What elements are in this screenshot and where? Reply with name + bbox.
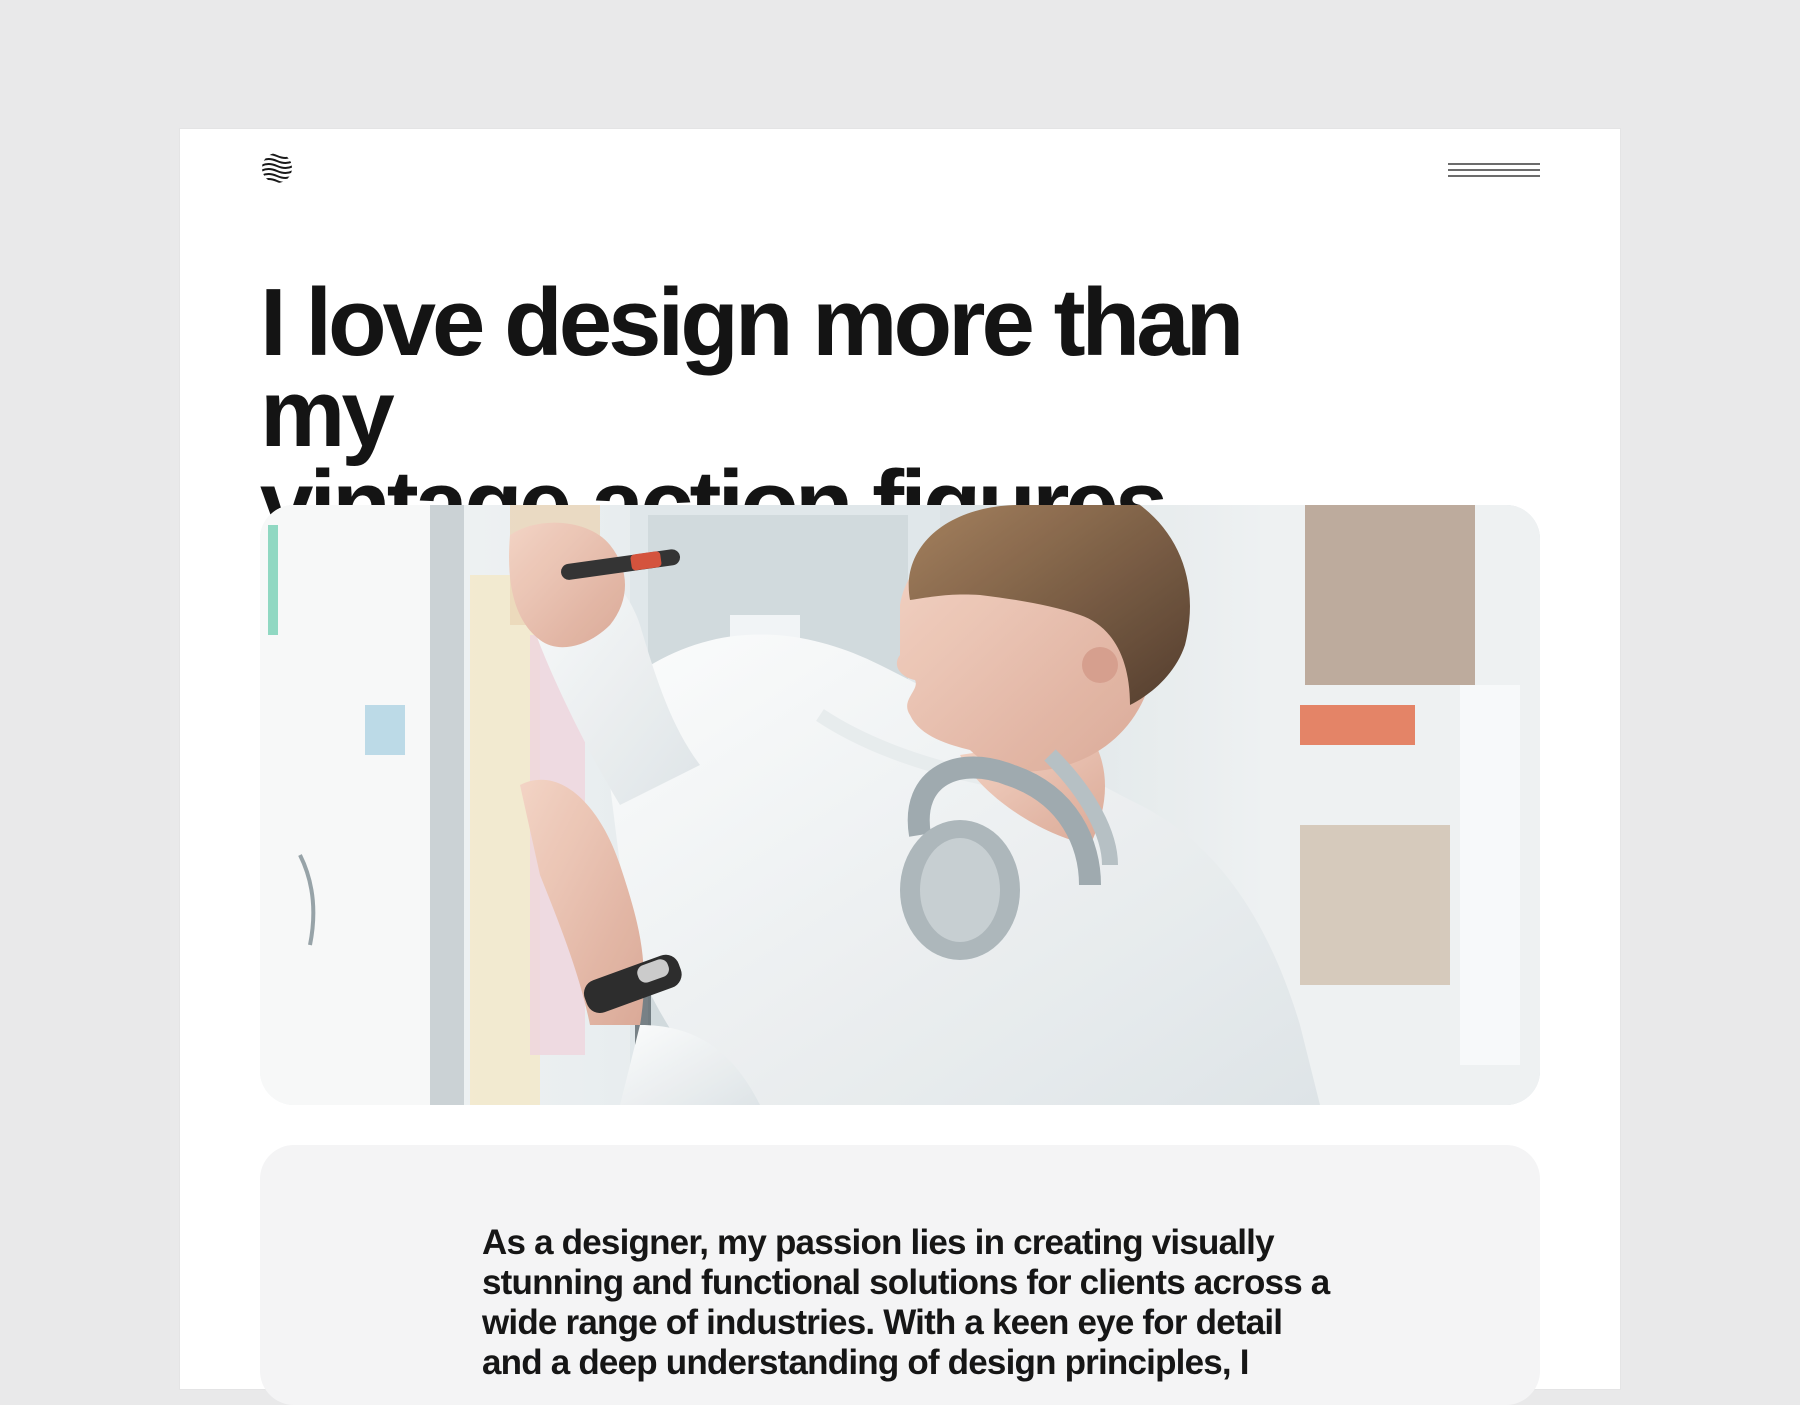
wave-sphere-logo-icon[interactable]: [260, 151, 294, 185]
menu-button[interactable]: [1448, 157, 1540, 183]
designer-photo: [260, 505, 1540, 1105]
hero-image: [260, 505, 1540, 1105]
about-card: As a designer, my passion lies in creati…: [260, 1145, 1540, 1405]
hero-title-line-1: I love design more than my: [260, 269, 1244, 467]
about-text: As a designer, my passion lies in creati…: [482, 1223, 1330, 1382]
top-navigation: [260, 149, 1540, 193]
page-card: I love design more than my vintage actio…: [180, 129, 1620, 1405]
hamburger-menu-icon: [1448, 163, 1540, 177]
